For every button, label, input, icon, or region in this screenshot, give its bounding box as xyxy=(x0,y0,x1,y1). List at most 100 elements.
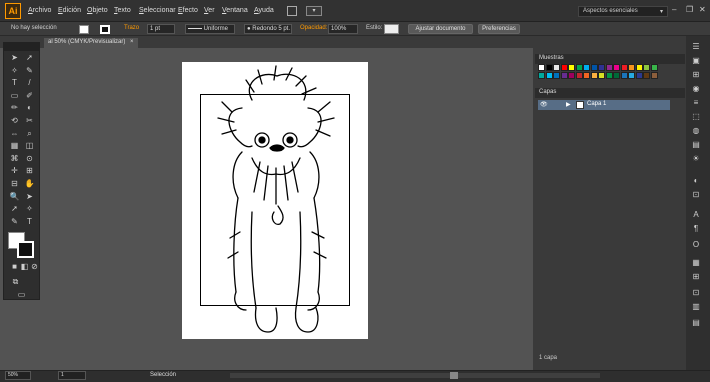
line-tool-icon[interactable]: ▭ xyxy=(9,91,20,101)
layers-panel-header[interactable]: Capas xyxy=(535,88,685,98)
symbol-sprayer-icon[interactable]: 🔍 xyxy=(9,192,20,202)
horizontal-scrollbar[interactable] xyxy=(230,373,600,378)
type-tool-icon[interactable]: / xyxy=(24,78,35,88)
close-tab-icon[interactable]: × xyxy=(130,39,134,45)
brushes-icon[interactable]: ◉ xyxy=(690,84,702,94)
menu-item[interactable]: Ayuda xyxy=(254,7,274,14)
stroke-weight-field[interactable]: 1 pt xyxy=(147,24,175,34)
color-swatch[interactable] xyxy=(590,64,598,71)
graphic-styles-icon[interactable]: ☀ xyxy=(690,154,702,164)
color-swatch[interactable] xyxy=(643,64,650,71)
color-swatch[interactable] xyxy=(568,64,575,71)
zoom-tool-icon[interactable]: T xyxy=(24,217,35,227)
color-swatch[interactable] xyxy=(575,64,583,71)
variable-width-profile[interactable]: Uniforme xyxy=(185,24,235,34)
perspective-icon[interactable]: ⊙ xyxy=(24,154,35,164)
color-swatch[interactable] xyxy=(628,72,635,79)
layer-name[interactable]: Capa 1 xyxy=(587,101,606,107)
artboard-tool-icon[interactable]: ➚ xyxy=(9,204,20,214)
color-swatch[interactable] xyxy=(560,72,568,79)
swatches-icon[interactable]: ⊞ xyxy=(690,70,702,80)
magic-wand-icon[interactable]: ✧ xyxy=(9,66,20,76)
pen-tool-icon[interactable]: T xyxy=(9,78,20,88)
menu-item[interactable]: Seleccionar xyxy=(139,7,176,14)
pencil-icon[interactable]: ◐ xyxy=(24,103,35,113)
transparency-icon[interactable]: ◍ xyxy=(690,126,702,136)
layout-switcher-button[interactable]: ▾ xyxy=(306,6,322,16)
rectangle-tool-icon[interactable]: ✐ xyxy=(24,91,35,101)
expand-arrow-icon[interactable]: ▶ xyxy=(566,101,571,108)
color-guide-icon[interactable]: ▣ xyxy=(690,56,702,66)
color-swatch[interactable] xyxy=(598,64,605,71)
graphic-style-box[interactable] xyxy=(384,24,399,34)
color-swatch[interactable] xyxy=(628,64,635,71)
zoom-level-field[interactable]: 50% xyxy=(5,371,31,380)
align-icon[interactable]: ▦ xyxy=(690,258,702,268)
shape-builder-icon[interactable]: ⌘ xyxy=(9,154,20,164)
color-swatch[interactable] xyxy=(538,72,545,79)
eye-icon[interactable]: 👁 xyxy=(540,101,548,108)
menu-item[interactable]: Objeto xyxy=(87,7,108,14)
gradient-icon[interactable]: ⊞ xyxy=(24,166,35,176)
slice-icon[interactable]: ✧ xyxy=(24,204,35,214)
screen-mode-icon[interactable]: ▭ xyxy=(16,290,27,300)
paintbrush-icon[interactable]: ✏ xyxy=(9,103,20,113)
color-swatch[interactable] xyxy=(553,64,560,71)
layers-icon[interactable]: ⊡ xyxy=(690,190,702,200)
color-swatch[interactable] xyxy=(538,64,545,71)
mesh-icon[interactable]: ✛ xyxy=(9,166,20,176)
symbols-icon[interactable]: ◐ xyxy=(690,176,702,186)
direct-selection-tool-icon[interactable]: ➚ xyxy=(24,53,35,63)
none-mode-icon[interactable]: ⊘ xyxy=(29,262,40,272)
rotate-icon[interactable]: ⇔ xyxy=(9,129,20,139)
document-tab[interactable]: al 50% (CMYK/Previsualizar) × xyxy=(44,38,138,48)
blend-icon[interactable]: ✋ xyxy=(24,179,35,189)
color-swatch[interactable] xyxy=(650,64,658,71)
artboards-icon[interactable]: ▥ xyxy=(690,302,702,312)
menu-item[interactable]: Archivo xyxy=(28,7,51,14)
stroke-swatch[interactable] xyxy=(17,241,34,258)
dog-illustration[interactable] xyxy=(182,62,368,339)
opentype-icon[interactable]: O xyxy=(690,240,702,250)
menu-item[interactable]: Edición xyxy=(58,7,81,14)
color-swatch[interactable] xyxy=(583,64,590,71)
artboard-number-field[interactable]: 1 xyxy=(58,371,86,380)
color-swatch[interactable] xyxy=(583,72,590,79)
transform-icon[interactable]: ⊞ xyxy=(690,272,702,282)
stroke-label[interactable]: Trazo xyxy=(124,25,139,31)
paragraph-icon[interactable]: ¶ xyxy=(690,224,702,234)
gradient-icon[interactable]: ⬚ xyxy=(690,112,702,122)
pathfinder-icon[interactable]: ⊡ xyxy=(690,288,702,298)
character-icon[interactable]: A xyxy=(690,210,702,220)
eraser-icon[interactable]: ✂ xyxy=(24,116,35,126)
color-swatch[interactable] xyxy=(545,64,553,71)
color-swatch[interactable] xyxy=(605,64,613,71)
appearance-icon[interactable]: ▤ xyxy=(690,140,702,150)
document-setup-button[interactable]: Ajustar documento xyxy=(408,24,473,34)
close-button[interactable]: ✕ xyxy=(699,5,706,14)
workspace-switcher[interactable]: Aspectos esenciales ▾ xyxy=(578,6,668,17)
brush-definition[interactable]: ● Redondo 5 pt. xyxy=(244,24,292,34)
width-tool-icon[interactable]: ▦ xyxy=(9,141,20,151)
color-swatch[interactable] xyxy=(620,64,628,71)
scale-icon[interactable]: ⌕ xyxy=(24,129,35,139)
color-swatch[interactable] xyxy=(620,72,628,79)
restore-button[interactable]: ❐ xyxy=(686,5,693,14)
menu-item[interactable]: Texto xyxy=(114,7,131,14)
links-icon[interactable]: ▤ xyxy=(690,318,702,328)
color-swatch[interactable] xyxy=(635,72,643,79)
color-swatch[interactable] xyxy=(650,72,658,79)
color-swatch[interactable] xyxy=(613,72,620,79)
minimize-button[interactable]: – xyxy=(672,5,676,14)
color-swatch[interactable] xyxy=(545,72,553,79)
stroke-icon[interactable]: ≡ xyxy=(690,98,702,108)
blob-brush-icon[interactable]: ⟲ xyxy=(9,116,20,126)
free-transform-icon[interactable]: ◫ xyxy=(24,141,35,151)
color-panel-icon[interactable]: ☰ xyxy=(690,42,702,52)
scrollbar-thumb[interactable] xyxy=(450,372,458,379)
arrange-documents-icon[interactable] xyxy=(287,6,297,16)
color-swatch[interactable] xyxy=(568,72,575,79)
menu-item[interactable]: Efecto xyxy=(178,7,198,14)
opacity-label[interactable]: Opacidad: xyxy=(300,25,327,31)
lasso-icon[interactable]: ✎ xyxy=(24,66,35,76)
